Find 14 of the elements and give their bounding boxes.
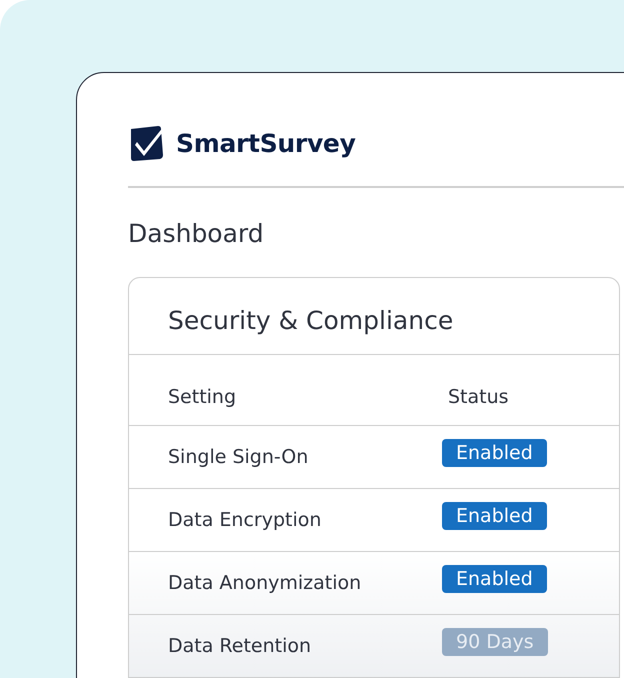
- checkbox-logo-icon: [128, 124, 166, 162]
- setting-name: Data Retention: [168, 634, 312, 656]
- column-header: Setting: [168, 386, 238, 408]
- status-badge: Enabled: [442, 502, 547, 530]
- status-badge: 90 Days: [442, 628, 548, 656]
- page-title: Dashboard: [128, 218, 265, 250]
- setting-name: Data Encryption: [168, 508, 322, 530]
- panel-title: Security & Compliance: [129, 278, 619, 354]
- status-badge: Enabled: [442, 564, 547, 592]
- brand-name: SmartSurvey: [176, 128, 356, 158]
- status-badge: Enabled: [442, 438, 547, 466]
- setting-name: Data Anonymization: [168, 572, 362, 594]
- setting-name: Single Sign-On: [168, 446, 310, 468]
- column-header: Status: [447, 386, 509, 408]
